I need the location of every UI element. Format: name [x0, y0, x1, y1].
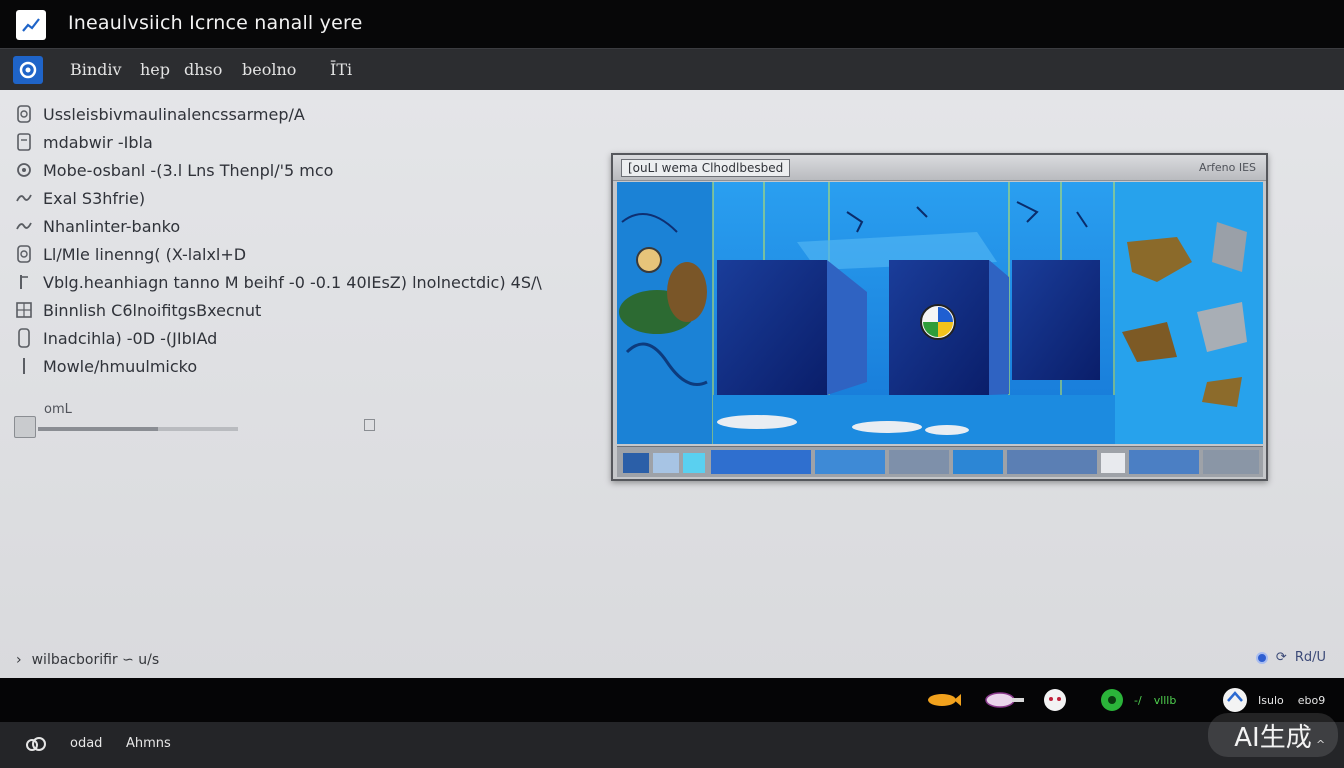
list-item-label: Mobe-osbanl -(3.l Lns Thenpl/'5 mco	[43, 160, 334, 180]
preview-window[interactable]: [ouLI wema Clhodlbesbed Arfeno IES	[611, 153, 1268, 481]
list-item-label: Mowle/hmuulmicko	[43, 356, 198, 376]
menu-item-2[interactable]: hep	[140, 60, 170, 79]
document-icon	[14, 356, 34, 376]
target-icon	[19, 61, 37, 79]
menu-item-1[interactable]: Bindiv	[70, 60, 122, 79]
progress-end-marker	[364, 419, 375, 431]
list-item[interactable]: Nhanlinter-banko	[14, 214, 180, 238]
file-icon	[14, 104, 34, 124]
list-item[interactable]: Mowle/hmuulmicko	[14, 354, 197, 378]
chart-icon	[22, 18, 40, 32]
preview-title: [ouLI wema Clhodlbesbed	[621, 159, 791, 177]
bottom-item-1[interactable]: odad	[70, 736, 102, 751]
list-item-label: Binnlish C6lnoifitgsBxecnut	[43, 300, 262, 320]
list-item[interactable]: Ll/Mle linenng( (X-lalxl+D	[14, 242, 246, 266]
list-item[interactable]: Vblg.heanhiagn tanno M beihf -0 -0.1 40I…	[14, 270, 542, 294]
list-item[interactable]: Exal S3hfrie)	[14, 186, 145, 210]
menu-item-3[interactable]: dhso	[184, 60, 222, 79]
list-item[interactable]: Inadcihla) -0D -(JIbIAd	[14, 326, 217, 350]
home-button[interactable]	[13, 56, 43, 84]
caret-up-icon: ^	[1316, 738, 1326, 751]
document-icon	[14, 328, 34, 348]
list-item-label: Vblg.heanhiagn tanno M beihf -0 -0.1 40I…	[43, 272, 542, 292]
grid-icon	[14, 300, 34, 320]
character-icon	[1044, 689, 1066, 711]
fish-icon	[985, 692, 1024, 708]
tray-app-1[interactable]	[924, 678, 962, 722]
title-bar: Ineaulvsiich Icrnce nanall yere	[0, 0, 1344, 48]
file-icon	[14, 132, 34, 152]
bottom-bar: odad Ahmns	[0, 722, 1344, 768]
window-title: Ineaulvsiich Icrnce nanall yere	[68, 12, 363, 34]
list-item[interactable]: Ussleisbivmaulinalencssarmep/A	[14, 102, 305, 126]
progress-row: omL	[14, 402, 384, 440]
preview-titlebar: [ouLI wema Clhodlbesbed Arfeno IES	[613, 155, 1266, 181]
list-item-label: Inadcihla) -0D -(JIbIAd	[43, 328, 218, 348]
refresh-icon[interactable]: ⟳	[1276, 650, 1287, 665]
edit-icon	[14, 272, 34, 292]
progress-fill	[38, 427, 158, 431]
list-item[interactable]: Mobe-osbanl -(3.l Lns Thenpl/'5 mco	[14, 158, 333, 182]
menu-item-4[interactable]: beolno	[242, 60, 296, 79]
tray-text-1: -/	[1134, 693, 1142, 707]
cloud-icon[interactable]	[24, 735, 48, 755]
preview-title-right: Arfeno IES	[1198, 161, 1256, 174]
list-item-label: Exal S3hfrie)	[43, 188, 146, 208]
fish-icon	[928, 694, 961, 706]
list-item-label: Ll/Mle linenng( (X-lalxl+D	[43, 244, 247, 264]
list-item-label: Nhanlinter-banko	[43, 216, 181, 236]
taskbar: -/ vlllb Isulo ebo9	[0, 678, 1344, 722]
progress-bar	[38, 427, 238, 431]
game-scene-image	[617, 182, 1263, 444]
main-content: Ussleisbivmaulinalencssarmep/A mdabwir -…	[0, 90, 1344, 678]
toolbar: Bindiv hep dhso beolno ĪTi	[0, 48, 1344, 90]
list-item-label: Ussleisbivmaulinalencssarmep/A	[43, 104, 305, 124]
list-item-label: mdabwir -Ibla	[43, 132, 153, 152]
status-bar-right: ⟳ Rd/U	[1255, 650, 1326, 665]
cloud-icon	[1223, 688, 1247, 712]
tray-app-4[interactable]	[1100, 678, 1124, 722]
file-icon	[14, 244, 34, 264]
status-text: wilbacborifir ∽ u/s	[31, 652, 160, 668]
preview-filmstrip[interactable]	[617, 446, 1263, 477]
tray-text-3: Isulo	[1258, 693, 1284, 707]
app-icon	[16, 10, 46, 40]
preview-image	[617, 182, 1263, 444]
tray-app-2[interactable]	[984, 678, 1026, 722]
link-icon	[14, 188, 34, 208]
progress-label: omL	[44, 402, 72, 417]
status-bar-left: › wilbacborifir ∽ u/s	[16, 652, 159, 668]
thumbnail-strip	[623, 450, 1259, 474]
link-icon	[14, 216, 34, 236]
list-item[interactable]: Binnlish C6lnoifitgsBxecnut	[14, 298, 261, 322]
green-status-icon	[1101, 689, 1123, 711]
status-right-text: Rd/U	[1294, 650, 1326, 665]
tray-text-2: vlllb	[1153, 693, 1177, 707]
bottom-item-2[interactable]: Ahmns	[126, 736, 171, 751]
list-item[interactable]: mdabwir -Ibla	[14, 130, 153, 154]
tray-app-3[interactable]	[1042, 678, 1068, 722]
progress-checkbox[interactable]	[14, 416, 36, 438]
chevron-right-icon: ›	[16, 652, 22, 668]
status-dot-icon	[1255, 651, 1268, 664]
gear-icon	[14, 160, 34, 180]
menu-item-5[interactable]: ĪTi	[330, 60, 352, 79]
tray-app-5[interactable]: -/ vlllb	[1134, 678, 1176, 722]
tray-text-4: ebo9	[1297, 693, 1326, 707]
